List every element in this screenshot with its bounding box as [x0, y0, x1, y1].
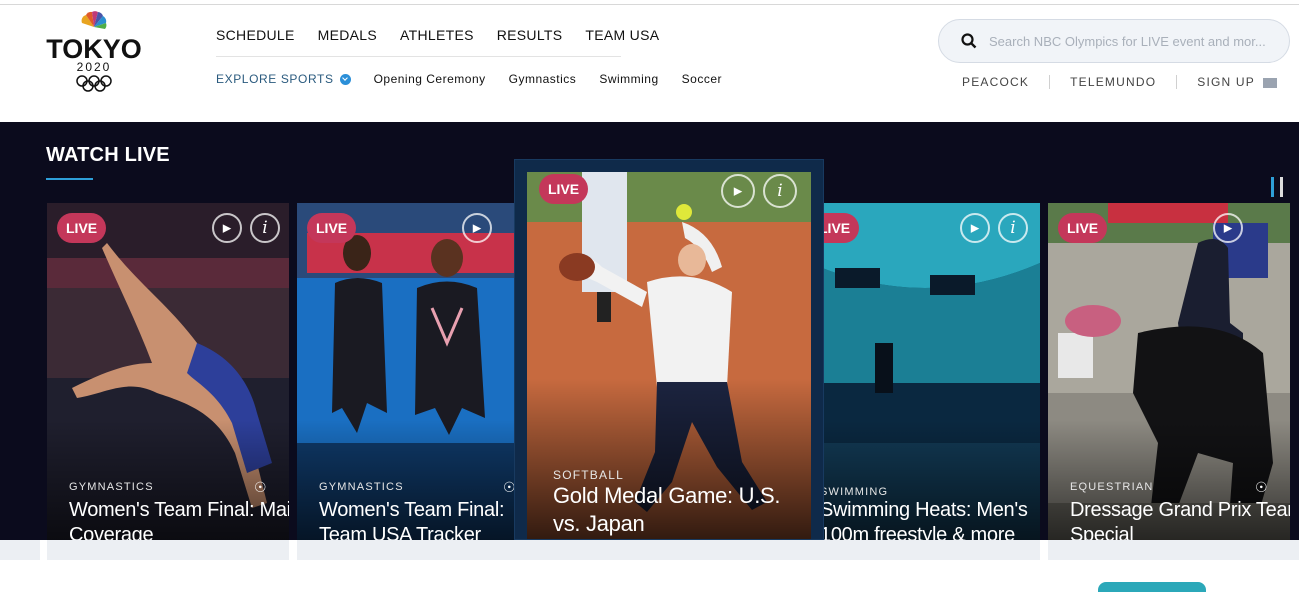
card-sport: EQUESTRIAN	[1070, 481, 1154, 493]
play-icon[interactable]: ▸	[1213, 213, 1243, 243]
live-card[interactable]: LIVE ▸ i SWIMMING Swimming Heats: Men's …	[810, 203, 1040, 560]
live-badge: LIVE	[57, 213, 107, 243]
tokyo-2020-logo[interactable]: TOKYO 2020	[44, 10, 144, 94]
peacock-link[interactable]: PEACOCK	[962, 75, 1029, 89]
svg-text:2020: 2020	[77, 60, 112, 74]
card-controls: ▸ i	[212, 213, 280, 243]
watch-live-section: WATCH LIVE LIVE ▸ i GYMNASTICS ☉ Women's…	[0, 122, 1299, 560]
card-sport: SOFTBALL	[553, 468, 624, 482]
live-badge: LIVE	[1058, 213, 1108, 243]
live-badge: LIVE	[307, 213, 357, 243]
play-icon[interactable]: ▸	[462, 213, 492, 243]
live-badge: LIVE	[539, 174, 589, 204]
main-nav: SCHEDULE MEDALS ATHLETES RESULTS TEAM US…	[216, 26, 682, 44]
card-sport: GYMNASTICS	[69, 481, 154, 493]
search-bar[interactable]	[938, 19, 1290, 63]
divider	[1176, 75, 1178, 89]
card-controls: ▸ i	[721, 174, 797, 208]
nav-divider	[216, 56, 621, 57]
medal-icon: ☉	[1255, 479, 1268, 495]
sub-nav-gymnastics[interactable]: Gymnastics	[509, 72, 577, 86]
site-header: TOKYO 2020 SCHEDULE MEDALS ATHLETES RESU…	[0, 0, 1299, 122]
telemundo-link[interactable]: TELEMUNDO	[1070, 75, 1156, 89]
sign-up-label: SIGN UP	[1197, 75, 1255, 89]
card-sport: SWIMMING	[820, 486, 889, 498]
divider	[289, 540, 297, 560]
divider	[40, 540, 47, 560]
nav-athletes[interactable]: ATHLETES	[400, 26, 474, 44]
card-title: Gold Medal Game: U.S. vs. Japan	[553, 483, 781, 536]
info-icon[interactable]: i	[250, 213, 280, 243]
sub-nav-soccer[interactable]: Soccer	[682, 72, 722, 86]
banner-top-strip	[0, 540, 1299, 560]
title-underline	[46, 178, 93, 180]
nav-team-usa[interactable]: TEAM USA	[585, 26, 659, 44]
nav-schedule[interactable]: SCHEDULE	[216, 26, 295, 44]
play-icon[interactable]: ▸	[212, 213, 242, 243]
play-icon[interactable]: ▸	[721, 174, 755, 208]
mail-icon	[1262, 77, 1277, 88]
search-input[interactable]	[989, 33, 1279, 49]
info-icon[interactable]: i	[998, 213, 1028, 243]
medal-icon: ☉	[254, 479, 267, 495]
sub-nav-opening-ceremony[interactable]: Opening Ceremony	[374, 72, 486, 86]
nav-medals[interactable]: MEDALS	[318, 26, 377, 44]
play-icon[interactable]: ▸	[960, 213, 990, 243]
explore-sports-label: EXPLORE SPORTS	[216, 72, 334, 86]
cookie-accept-button[interactable]	[1098, 582, 1206, 592]
card-controls: ▸	[1213, 213, 1243, 243]
sign-up-link[interactable]: SIGN UP	[1197, 75, 1277, 89]
live-card-focused[interactable]: LIVE ▸ i SOFTBALL Gold Medal Game: U.S. …	[514, 159, 824, 540]
section-title: WATCH LIVE	[46, 144, 170, 166]
explore-sports-dropdown[interactable]: EXPLORE SPORTS	[216, 72, 351, 86]
info-icon[interactable]: i	[763, 174, 797, 208]
live-card[interactable]: LIVE ▸ GYMNASTICS ☉ Women's Team Final: …	[297, 203, 527, 560]
divider	[1049, 75, 1051, 89]
card-sport: GYMNASTICS	[319, 481, 404, 493]
chevron-down-icon	[339, 73, 351, 85]
search-icon	[961, 33, 977, 49]
live-card[interactable]: LIVE ▸ i GYMNASTICS ☉ Women's Team Final…	[47, 203, 289, 560]
divider	[1040, 540, 1048, 560]
sub-nav-swimming[interactable]: Swimming	[599, 72, 658, 86]
carousel-indicator[interactable]	[1280, 177, 1283, 197]
live-card[interactable]: LIVE ▸ EQUESTRIAN ☉ Dressage Grand Prix …	[1048, 203, 1290, 560]
card-controls: ▸	[462, 213, 492, 243]
carousel-indicator-active[interactable]	[1271, 177, 1274, 197]
sub-nav: EXPLORE SPORTS Opening Ceremony Gymnasti…	[216, 72, 722, 86]
top-divider	[0, 4, 1299, 5]
cookie-banner	[0, 540, 1299, 588]
card-controls: ▸ i	[960, 213, 1028, 243]
nbc-peacock-icon: TOKYO 2020	[46, 11, 142, 92]
utility-links: PEACOCK TELEMUNDO SIGN UP	[962, 75, 1277, 89]
nav-results[interactable]: RESULTS	[497, 26, 563, 44]
